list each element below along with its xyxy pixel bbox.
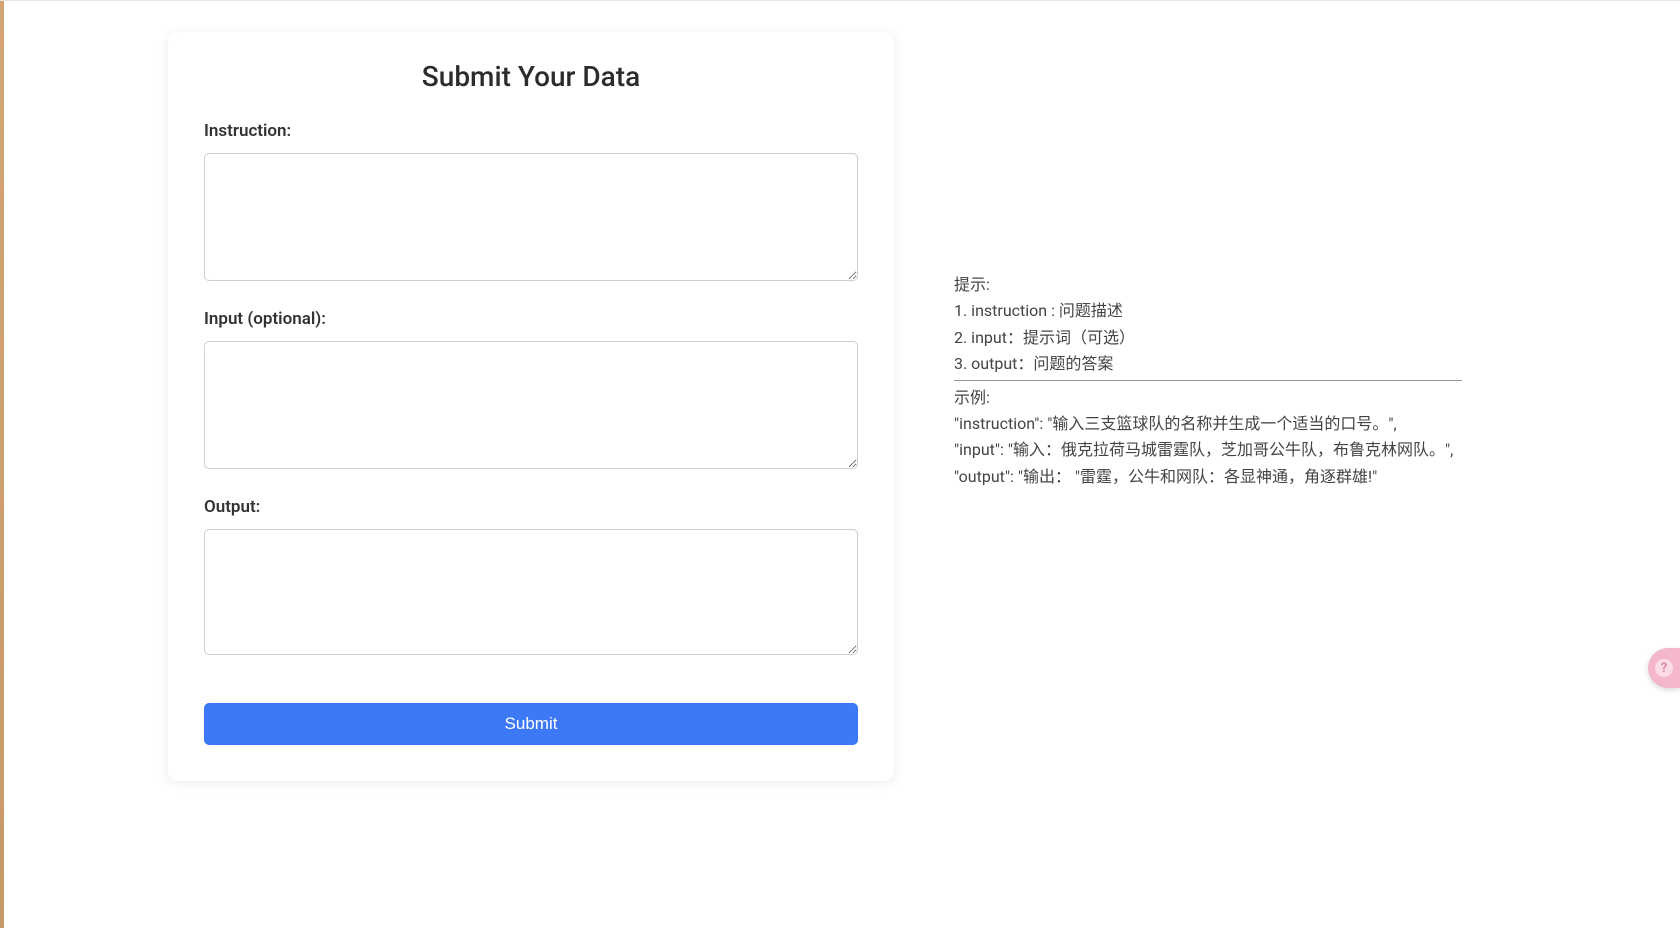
- top-edge-line: [0, 0, 1680, 1]
- submit-button[interactable]: Submit: [204, 703, 858, 745]
- example-instruction: "instruction": "输入三支篮球队的名称并生成一个适当的口号。",: [954, 411, 1462, 437]
- hints-heading: 提示:: [954, 272, 1462, 298]
- instruction-label: Instruction:: [204, 121, 858, 141]
- output-label: Output:: [204, 497, 858, 517]
- input-textarea[interactable]: [204, 341, 858, 469]
- input-label: Input (optional):: [204, 309, 858, 329]
- output-textarea[interactable]: [204, 529, 858, 655]
- hints-line2: 2. input：提示词（可选）: [954, 325, 1462, 351]
- example-output: "output": "输出： "雷霆，公牛和网队：各显神通，角逐群雄!": [954, 464, 1462, 490]
- help-icon: ?: [1655, 659, 1673, 677]
- example-heading: 示例:: [954, 385, 1462, 411]
- floating-help-widget[interactable]: ?: [1648, 648, 1680, 688]
- form-title: Submit Your Data: [204, 60, 858, 93]
- example-input: "input": "输入：俄克拉荷马城雷霆队，芝加哥公牛队，布鲁克林网队。",: [954, 437, 1462, 463]
- hints-panel: 提示: 1. instruction : 问题描述 2. input：提示词（可…: [954, 32, 1462, 490]
- input-field-group: Input (optional):: [204, 309, 858, 473]
- main-container: Submit Your Data Instruction: Input (opt…: [0, 0, 1680, 781]
- output-field-group: Output:: [204, 497, 858, 659]
- hints-line1: 1. instruction : 问题描述: [954, 298, 1462, 324]
- hints-divider: [954, 380, 1462, 381]
- instruction-field-group: Instruction:: [204, 121, 858, 285]
- form-card: Submit Your Data Instruction: Input (opt…: [168, 32, 894, 781]
- left-edge-decoration: [0, 0, 4, 928]
- hints-line3: 3. output：问题的答案: [954, 351, 1462, 377]
- instruction-textarea[interactable]: [204, 153, 858, 281]
